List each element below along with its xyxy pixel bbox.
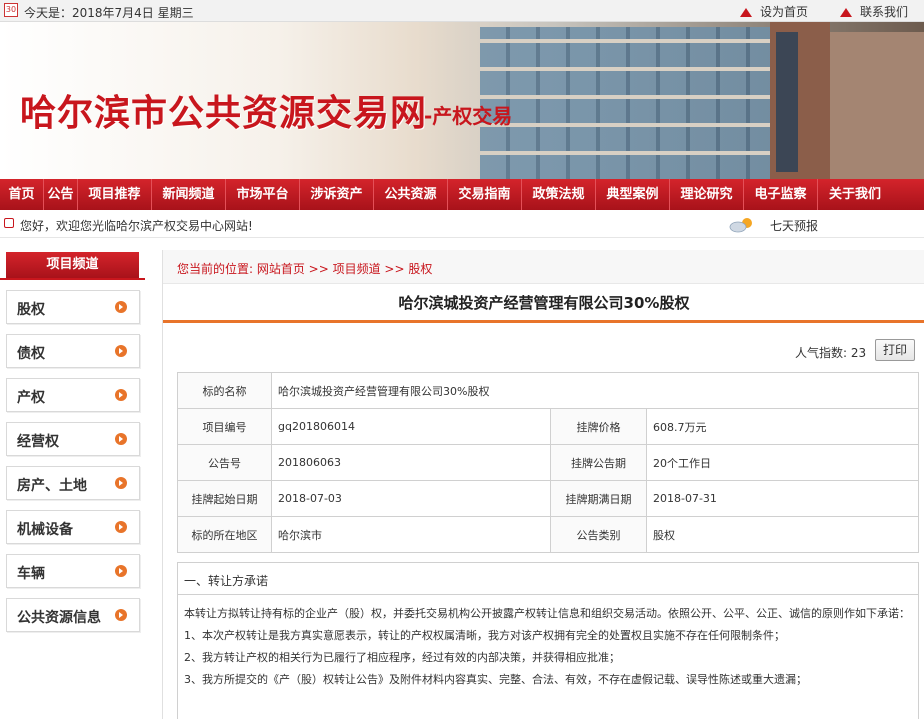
arrow-right-icon (115, 521, 127, 533)
print-button[interactable]: 打印 (875, 339, 915, 361)
table-row: 标的所在地区 哈尔滨市 公告类别 股权 (177, 516, 919, 553)
arrow-right-icon (115, 609, 127, 621)
table-key: 挂牌价格 (550, 408, 647, 445)
table-row: 项目编号 gq201806014 挂牌价格 608.7万元 (177, 408, 919, 445)
welcome-message: 您好，欢迎您光临哈尔滨产权交易中心网站! (20, 219, 253, 233)
set-home-link[interactable]: 设为首页 (740, 3, 808, 20)
nav-about[interactable]: 关于我们 (818, 179, 892, 210)
breadcrumb: 您当前的位置: 网站首页 >> 项目频道 >> 股权 (163, 250, 924, 284)
arrow-right-icon (115, 477, 127, 489)
sidebar-item-label: 股权 (17, 302, 45, 318)
nav-public-resources[interactable]: 公共资源 (374, 179, 448, 210)
table-row: 标的名称 哈尔滨城投资产经营管理有限公司30%股权 (177, 372, 919, 409)
nav-home[interactable]: 首页 (0, 179, 44, 210)
table-key: 标的所在地区 (177, 516, 272, 553)
sidebar: 项目频道 股权 债权 产权 经营权 房产、土地 机械设备 车辆 公共资源信息 (0, 250, 145, 719)
sidebar-item-operation-rights[interactable]: 经营权 (6, 422, 140, 456)
arrow-right-icon (115, 301, 127, 313)
sidebar-item-property[interactable]: 产权 (6, 378, 140, 412)
commitment-heading: 一、转让方承诺 (184, 574, 269, 588)
commitment-paragraph: 本转让方拟转让持有标的企业产（股）权，并委托交易机构公开披露产权转让信息和组织交… (184, 607, 910, 620)
home-triangle-icon (740, 8, 752, 17)
current-date: 今天是：2018年7月4日 星期三 (24, 6, 194, 20)
page-title: 哈尔滨城投资产经营管理有限公司30%股权 (398, 294, 690, 312)
site-title: 哈尔滨市公共资源交易网 (20, 93, 428, 134)
commitment-paragraph: 2、我方转让产权的相关行为已履行了相应程序，经过有效的内部决策，并获得相应批准； (184, 651, 620, 664)
sidebar-item-real-estate[interactable]: 房产、土地 (6, 466, 140, 500)
sidebar-item-equity[interactable]: 股权 (6, 290, 140, 324)
sidebar-item-label: 经营权 (17, 434, 59, 450)
arrow-right-icon (115, 345, 127, 357)
sidebar-item-label: 债权 (17, 346, 45, 362)
nav-supervision[interactable]: 电子监察 (744, 179, 818, 210)
commitment-heading-row: 一、转让方承诺 (178, 563, 918, 595)
table-value: 哈尔滨市 (271, 516, 551, 553)
nav-litigation-assets[interactable]: 涉诉资产 (300, 179, 374, 210)
nav-news[interactable]: 新闻频道 (152, 179, 226, 210)
nav-policy[interactable]: 政策法规 (522, 179, 596, 210)
welcome-bar: 您好，欢迎您光临哈尔滨产权交易中心网站! 七天预报 (0, 210, 924, 238)
sidebar-item-label: 公共资源信息 (17, 610, 101, 626)
site-banner: 哈尔滨市公共资源交易网 -产权交易 (0, 22, 924, 179)
table-key: 项目编号 (177, 408, 272, 445)
table-value: 201806063 (271, 444, 551, 481)
table-value: gq201806014 (271, 408, 551, 445)
nav-research[interactable]: 理论研究 (670, 179, 744, 210)
sidebar-item-label: 车辆 (17, 566, 45, 582)
nav-cases[interactable]: 典型案例 (596, 179, 670, 210)
table-row: 公告号 201806063 挂牌公告期 20个工作日 (177, 444, 919, 481)
breadcrumb-text[interactable]: 您当前的位置: 网站首页 >> 项目频道 >> 股权 (177, 260, 432, 277)
forecast-link[interactable]: 七天预报 (770, 217, 818, 234)
sidebar-item-machinery[interactable]: 机械设备 (6, 510, 140, 544)
table-key: 标的名称 (177, 372, 272, 409)
sidebar-heading: 项目频道 (6, 252, 139, 278)
contact-link[interactable]: 联系我们 (840, 3, 908, 20)
table-key: 挂牌起始日期 (177, 480, 272, 517)
sidebar-item-label: 产权 (17, 390, 45, 406)
calendar-icon: 30 (4, 3, 18, 17)
table-value: 2018-07-03 (271, 480, 551, 517)
sidebar-item-debt[interactable]: 债权 (6, 334, 140, 368)
table-key: 挂牌期满日期 (550, 480, 647, 517)
main-nav: 首页 公告 项目推荐 新闻频道 市场平台 涉诉资产 公共资源 交易指南 政策法规… (0, 179, 924, 210)
table-key: 公告号 (177, 444, 272, 481)
table-key: 公告类别 (550, 516, 647, 553)
info-table: 标的名称 哈尔滨城投资产经营管理有限公司30%股权 项目编号 gq2018060… (177, 372, 919, 553)
speaker-icon (4, 218, 14, 228)
top-bar: 30 今天是：2018年7月4日 星期三 设为首页 联系我们 (0, 0, 924, 22)
nav-recommended[interactable]: 项目推荐 (78, 179, 152, 210)
arrow-right-icon (115, 389, 127, 401)
transferor-commitment: 一、转让方承诺 本转让方拟转让持有标的企业产（股）权，并委托交易机构公开披露产权… (177, 562, 919, 719)
arrow-right-icon (115, 433, 127, 445)
table-row: 挂牌起始日期 2018-07-03 挂牌期满日期 2018-07-31 (177, 480, 919, 517)
table-value: 608.7万元 (646, 408, 919, 445)
table-value: 20个工作日 (646, 444, 919, 481)
arrow-right-icon (115, 565, 127, 577)
table-value: 2018-07-31 (646, 480, 919, 517)
weather-icon (729, 218, 752, 233)
view-count: 人气指数: 23 (795, 346, 867, 360)
sidebar-item-public-resources[interactable]: 公共资源信息 (6, 598, 140, 632)
sidebar-item-vehicles[interactable]: 车辆 (6, 554, 140, 588)
table-key: 挂牌公告期 (550, 444, 647, 481)
nav-announcements[interactable]: 公告 (44, 179, 78, 210)
commitment-body: 本转让方拟转让持有标的企业产（股）权，并委托交易机构公开披露产权转让信息和组织交… (184, 603, 914, 691)
title-divider (163, 320, 924, 323)
site-subtitle: -产权交易 (424, 104, 513, 128)
nav-guide[interactable]: 交易指南 (448, 179, 522, 210)
main-content: 您当前的位置: 网站首页 >> 项目频道 >> 股权 哈尔滨城投资产经营管理有限… (162, 250, 924, 719)
sidebar-item-label: 房产、土地 (17, 478, 87, 494)
table-value: 股权 (646, 516, 919, 553)
sidebar-item-label: 机械设备 (17, 522, 73, 538)
commitment-paragraph: 1、本次产权转让是我方真实意愿表示，转让的产权权属清晰，我方对该产权拥有完全的处… (184, 629, 785, 642)
table-value: 哈尔滨城投资产经营管理有限公司30%股权 (271, 372, 919, 409)
nav-market[interactable]: 市场平台 (226, 179, 300, 210)
commitment-paragraph: 3、我方所提交的《产（股）权转让公告》及附件材料内容真实、完整、合法、有效，不存… (184, 673, 807, 686)
contact-triangle-icon (840, 8, 852, 17)
